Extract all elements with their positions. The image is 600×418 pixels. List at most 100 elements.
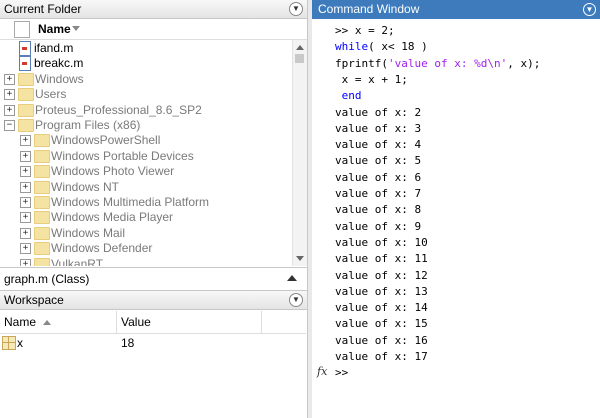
item-label: Windows Multimedia Platform xyxy=(51,195,210,209)
left-panel: Current Folder ▼ Name ifand.m breakc.m + Wi… xyxy=(0,0,307,418)
output-line: value of x: 14 xyxy=(335,301,428,315)
current-folder-title: Current Folder xyxy=(4,2,82,16)
code-token: ( x< 18 ) xyxy=(368,40,428,54)
variable-icon xyxy=(2,336,16,350)
item-label: Proteus_Professional_8.6_SP2 xyxy=(35,102,202,117)
workspace-table: Name Value x 18 xyxy=(0,311,307,418)
workspace-extra-column-header xyxy=(262,311,306,334)
code-token: while xyxy=(335,40,369,54)
folder-row[interactable]: + WindowsPowerShell xyxy=(0,132,290,148)
folder-row[interactable]: + Windows Portable Devices xyxy=(0,148,290,164)
folder-row[interactable]: + Windows Photo Viewer xyxy=(0,163,290,179)
command-prompt[interactable]: >> xyxy=(335,365,348,381)
code-line: x = x + 1; xyxy=(335,72,408,88)
file-row[interactable]: breakc.m xyxy=(0,55,290,72)
folder-row[interactable]: + Windows xyxy=(0,71,290,87)
folder-row[interactable]: + Users xyxy=(0,86,290,102)
expand-icon[interactable]: + xyxy=(20,197,31,208)
expand-icon[interactable]: + xyxy=(20,243,31,255)
function-browser-icon[interactable]: fx xyxy=(317,365,327,378)
output-line: value of x: 6 xyxy=(335,170,422,184)
folder-row[interactable]: + Windows Mail xyxy=(0,225,290,241)
folder-icon xyxy=(18,88,34,102)
expand-icon[interactable]: + xyxy=(4,89,15,101)
folder-vertical-scrollbar[interactable] xyxy=(292,40,307,266)
collapse-icon[interactable]: − xyxy=(4,120,15,131)
workspace-variable-name[interactable]: x xyxy=(17,334,23,352)
expand-icon[interactable]: + xyxy=(20,227,31,239)
sort-ascending-icon[interactable] xyxy=(43,320,52,326)
workspace-variable-value[interactable]: 18 xyxy=(121,334,134,352)
scroll-thumb[interactable] xyxy=(295,54,304,63)
output-line: value of x: 11 xyxy=(335,252,428,266)
item-label: ifand.m xyxy=(34,41,74,55)
code-token: >> xyxy=(335,24,355,37)
file-row[interactable]: ifand.m xyxy=(0,40,290,56)
workspace-value-label: Value xyxy=(121,315,151,329)
folder-row[interactable]: + VulkanRT xyxy=(0,256,290,266)
scroll-up-icon[interactable] xyxy=(296,45,304,50)
code-line: >> x = 2; xyxy=(335,23,395,39)
item-label: Windows Media Player xyxy=(51,210,174,225)
code-token: x = x + 1; xyxy=(335,72,408,86)
expand-icon[interactable]: + xyxy=(20,150,31,162)
output-line: value of x: 4 xyxy=(335,138,422,152)
expand-icon[interactable]: + xyxy=(4,104,15,116)
folder-file-list: ifand.m breakc.m + Windows + Users + Proteus_Pr… xyxy=(0,40,292,266)
command-window[interactable]: Command Window ▼ >> x = 2; while( x< 18 )… xyxy=(312,0,600,418)
panel-menu-icon[interactable]: ▼ xyxy=(289,2,303,16)
folder-icon xyxy=(34,242,50,256)
item-label: Program Files (x86) xyxy=(35,118,141,132)
folder-icon xyxy=(34,196,50,209)
code-token: 'value of x: %d\n' xyxy=(387,56,508,70)
name-column-header[interactable]: Name xyxy=(38,22,71,36)
folder-icon xyxy=(34,165,50,179)
item-label: VulkanRT xyxy=(51,256,104,266)
item-label: WindowsPowerShell xyxy=(51,133,161,148)
folder-row[interactable]: + Windows Multimedia Platform xyxy=(0,194,290,210)
folder-row[interactable]: − Program Files (x86) xyxy=(0,117,290,133)
details-title: graph.m (Class) xyxy=(4,272,90,286)
item-label: Windows Portable Devices xyxy=(51,148,194,163)
workspace-value-column-header[interactable]: Value xyxy=(117,311,262,334)
workspace-name-column-header[interactable]: Name xyxy=(0,311,117,334)
code-line: end xyxy=(335,88,362,104)
output-line: value of x: 5 xyxy=(335,154,422,168)
folder-column-header[interactable]: Name xyxy=(0,19,307,40)
folder-icon xyxy=(34,226,50,240)
output-line: value of x: 7 xyxy=(335,187,422,200)
expand-icon[interactable]: + xyxy=(20,212,31,224)
code-line: while( x< 18 ) xyxy=(335,39,428,55)
expand-icon[interactable]: + xyxy=(20,181,31,193)
sort-descending-icon[interactable] xyxy=(72,26,80,31)
code-line: fprintf('value of x: %d\n', x); xyxy=(335,56,540,72)
scroll-down-icon[interactable] xyxy=(296,256,304,261)
file-type-column-icon xyxy=(14,21,30,38)
expand-icon[interactable]: + xyxy=(20,258,31,266)
workspace-header[interactable]: Workspace ▼ xyxy=(0,291,307,310)
item-label: Windows Mail xyxy=(51,225,126,240)
output-line: value of x: 12 xyxy=(335,268,428,282)
details-panel-header[interactable]: graph.m (Class) xyxy=(0,267,307,291)
code-token: end xyxy=(335,89,362,103)
current-folder-header[interactable]: Current Folder ▼ xyxy=(0,0,307,19)
matlab-file-icon xyxy=(19,56,31,72)
item-label: Users xyxy=(35,87,67,102)
panel-menu-icon[interactable]: ▼ xyxy=(583,3,596,16)
output-line: value of x: 9 xyxy=(335,219,422,233)
folder-icon xyxy=(18,119,34,132)
expand-icon[interactable]: + xyxy=(4,73,15,85)
output-line: value of x: 8 xyxy=(335,203,422,217)
item-label: Windows Photo Viewer xyxy=(51,164,175,179)
command-window-header[interactable]: Command Window ▼ xyxy=(312,0,600,19)
chevron-up-icon[interactable] xyxy=(287,275,297,281)
folder-icon xyxy=(34,180,50,194)
expand-icon[interactable]: + xyxy=(20,166,31,178)
folder-row[interactable]: + Windows Defender xyxy=(0,240,290,256)
folder-row[interactable]: + Proteus_Professional_8.6_SP2 xyxy=(0,102,290,118)
workspace-name-label: Name xyxy=(4,315,37,329)
panel-menu-icon[interactable]: ▼ xyxy=(289,293,303,307)
folder-row[interactable]: + Windows NT xyxy=(0,179,290,195)
folder-row[interactable]: + Windows Media Player xyxy=(0,209,290,225)
expand-icon[interactable]: + xyxy=(20,135,31,147)
